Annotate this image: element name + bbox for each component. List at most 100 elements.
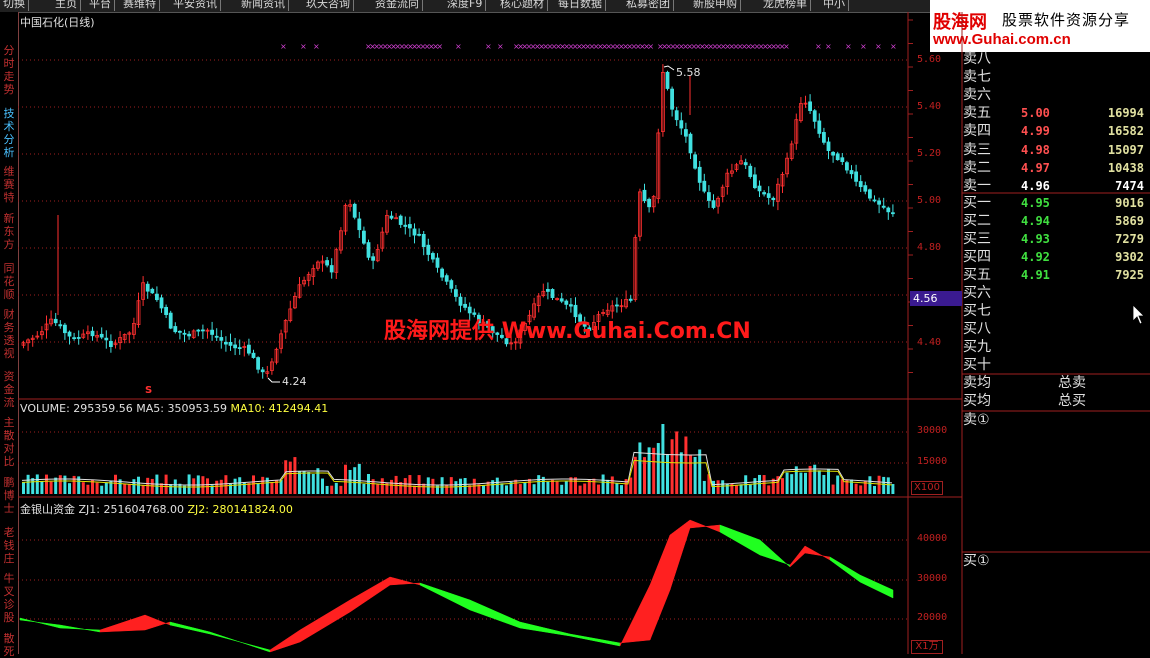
volume-bar (859, 485, 863, 494)
volume-bar (431, 478, 435, 494)
candle-body (831, 151, 835, 156)
volume-bar (325, 485, 329, 494)
order-level-label: 买五 (963, 267, 991, 283)
volume-bar (781, 478, 784, 494)
fund-ribbon-segment (99, 614, 146, 633)
volume-bar (49, 481, 53, 494)
bid-row-5[interactable]: 买六 (963, 285, 1150, 302)
volume-bar (721, 480, 725, 494)
volume-bar (739, 484, 743, 494)
candle-body (546, 288, 550, 292)
volume-bar (854, 483, 858, 494)
volume-bar (592, 478, 596, 494)
volume-bar (293, 457, 297, 494)
bid-row-0[interactable]: 买一 4.95 9016 (963, 195, 1150, 212)
candle-body (435, 257, 440, 268)
candle-body (63, 324, 67, 334)
ask-row-7[interactable]: 卖一 4.96 7474 (963, 178, 1150, 195)
volume-bar (367, 474, 370, 494)
volume-bar (583, 483, 587, 494)
candle-body (845, 162, 849, 171)
signal-cross-icon: × (875, 42, 882, 51)
bid-row-1[interactable]: 买二 4.94 5869 (963, 213, 1150, 230)
candle-body (762, 192, 766, 195)
volume-bar (886, 477, 890, 494)
volume-bar (390, 479, 393, 494)
candle-body (808, 101, 812, 111)
ask-row-5[interactable]: 卖三 4.98 15097 (963, 142, 1150, 159)
bid-row-2[interactable]: 买三 4.93 7279 (963, 231, 1150, 248)
candle-body (159, 297, 164, 309)
candle-body (872, 199, 877, 202)
bid-row-3[interactable]: 买四 4.92 9302 (963, 249, 1150, 266)
volume-bar (735, 485, 738, 494)
volume-bar (339, 485, 343, 494)
signal-cross-icon: × (815, 42, 822, 51)
ma5-value: 350953.59 (167, 402, 228, 415)
fund-ribbon-segment (389, 576, 421, 586)
candle-body (99, 333, 104, 338)
ask-row-6[interactable]: 卖二 4.97 10438 (963, 160, 1150, 177)
volume-bar (891, 484, 895, 494)
volume-bar (555, 481, 559, 494)
candle-body (559, 298, 564, 302)
signal-cross-icon: × (485, 42, 492, 51)
ask-row-1[interactable]: 卖七 (963, 69, 1150, 86)
volume-bar (224, 475, 228, 494)
candle-body (164, 306, 169, 315)
volume-bar (187, 474, 191, 494)
low-marker-label: 4.24 (282, 375, 307, 388)
candle-body (361, 230, 366, 244)
bid-row-9[interactable]: 买十 (963, 357, 1150, 374)
volume-bar (647, 447, 651, 494)
bid-row-8[interactable]: 买九 (963, 339, 1150, 356)
volume-bar (868, 476, 872, 494)
volume-bar (794, 466, 798, 494)
total-sell-label: 总卖 (1058, 375, 1086, 391)
volume-bar (192, 478, 196, 494)
volume-bar (307, 472, 311, 494)
signal-cross-icon: × (825, 42, 832, 51)
buy-queue-row[interactable]: 买① (963, 553, 1150, 570)
fund-name: 金银山资金 (20, 503, 75, 516)
ask-row-0[interactable]: 卖八 (963, 51, 1150, 68)
volume-bar (321, 478, 324, 494)
order-level-label: 买二 (963, 213, 991, 229)
volume-bar (63, 475, 67, 494)
order-level-label: 买九 (963, 339, 991, 355)
candle-body (357, 218, 362, 231)
ask-row-2[interactable]: 卖六 (963, 87, 1150, 104)
order-price: 4.97 (1021, 160, 1050, 175)
volume-bar (689, 455, 692, 494)
volume-bar (265, 477, 269, 494)
volume-bar (532, 484, 536, 494)
volume-bar (569, 477, 573, 494)
order-volume: 9016 (1115, 196, 1144, 210)
sell-queue-label: 卖① (963, 412, 990, 428)
bid-row-4[interactable]: 买五 4.91 7925 (963, 267, 1150, 284)
volume-bar (54, 477, 58, 494)
bid-row-7[interactable]: 买八 (963, 321, 1150, 338)
candle-body (210, 329, 215, 335)
sell-queue-row[interactable]: 卖① (963, 412, 1150, 429)
volume-bar (560, 484, 564, 494)
volume-bar (514, 479, 518, 494)
order-level-label: 买六 (963, 285, 991, 301)
candle-body (670, 88, 674, 110)
candle-body (67, 331, 72, 337)
price-axis-label-0: 5.60 (917, 54, 942, 65)
candle-body (440, 268, 445, 278)
signal-cross-icon: × (280, 42, 287, 51)
volume-bar (652, 447, 656, 494)
order-price: 4.93 (1021, 232, 1050, 246)
volume-bar (551, 479, 554, 494)
signal-cross-icon: × (300, 42, 307, 51)
volume-bar (26, 474, 30, 494)
ask-row-3[interactable]: 卖五 5.00 16994 (963, 105, 1150, 122)
ask-row-4[interactable]: 卖四 4.99 16582 (963, 123, 1150, 140)
candle-body (173, 326, 178, 333)
bid-row-6[interactable]: 买七 (963, 303, 1150, 320)
volume-bar (22, 482, 25, 494)
volume-bar (35, 474, 39, 494)
order-level-label: 买三 (963, 231, 991, 247)
